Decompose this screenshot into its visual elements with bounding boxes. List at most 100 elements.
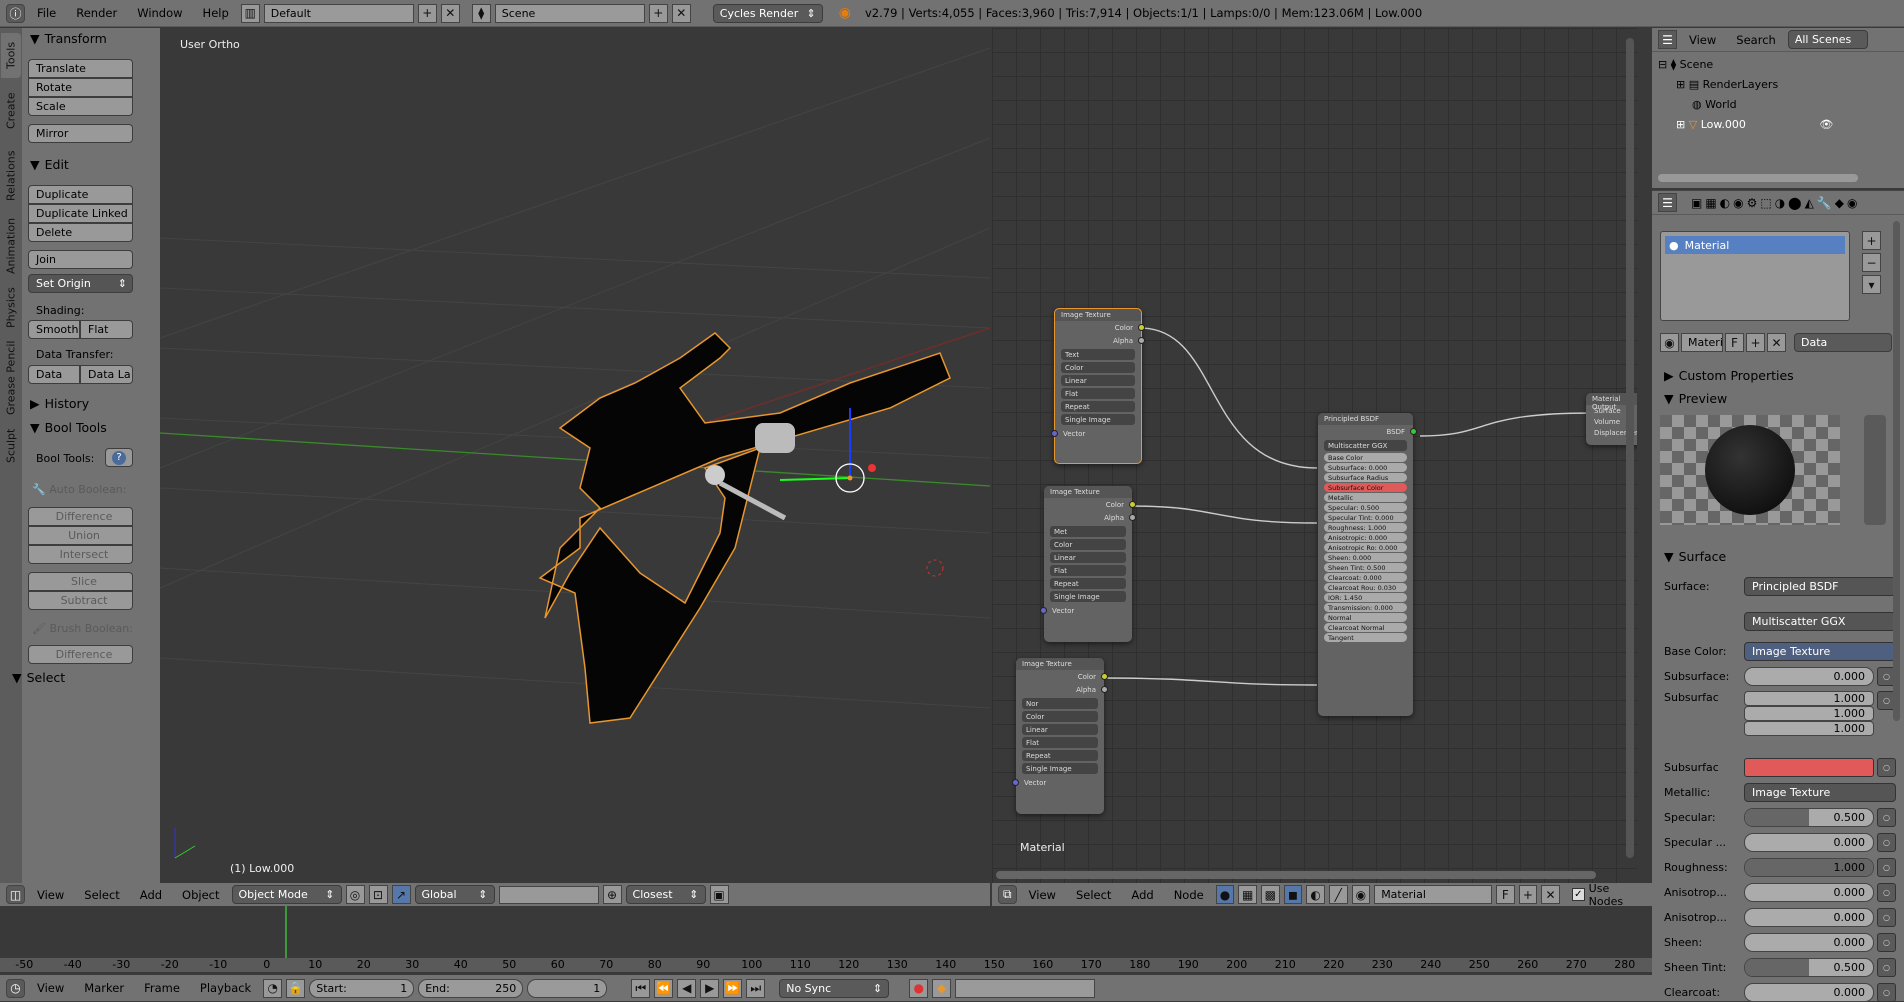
source-dropdown[interactable]: Single Image [1050,591,1126,602]
viewport-menu-view[interactable]: View [29,888,72,902]
principled-input[interactable]: Metallic [1324,493,1407,502]
render-engine-dropdown[interactable]: Cycles Render ⇕ [712,3,823,23]
auto-union-button[interactable]: Union [28,526,133,545]
info-editor-icon[interactable]: ⓘ [6,3,25,23]
timeline-menu-frame[interactable]: Frame [136,981,188,995]
bsdf-socket[interactable] [1410,428,1417,435]
socket-link-icon[interactable]: ○ [1877,757,1896,777]
node-menu-view[interactable]: View [1021,888,1064,902]
current-frame-field[interactable]: 1 [527,978,608,998]
value-slider[interactable]: 1.000 [1744,857,1874,877]
image-texture-node-1[interactable]: Image Texture Color Alpha Text Color Lin… [1051,308,1145,464]
outliner-hscrollbar[interactable] [1658,174,1858,182]
select-panel-header[interactable]: ▼ Select [12,670,65,685]
world-shader-icon[interactable]: ◐ [1306,885,1325,904]
auto-intersect-button[interactable]: Intersect [28,545,133,564]
principled-input[interactable]: Anisotropic Ro: 0.000 [1324,543,1407,552]
jump-start-icon[interactable]: ⏮ [631,978,651,998]
image-texture-node-2[interactable]: Image Texture Color Alpha Met Color Line… [1040,486,1136,642]
image-selector[interactable]: Text [1061,349,1135,360]
interpolation-dropdown[interactable]: Linear [1061,375,1135,386]
data-button[interactable]: Data [28,365,80,384]
add-slot-icon[interactable]: + [1862,231,1881,250]
visibility-eye-icon[interactable]: 👁 [1819,118,1833,131]
principled-input[interactable]: Specular Tint: 0.000 [1324,513,1407,522]
delete-button[interactable]: Delete [28,223,133,242]
render-preview-icon[interactable]: ▣ [709,885,729,904]
material-name-field[interactable]: Material [1374,885,1492,904]
mode-dropdown[interactable]: Object Mode ⇕ [231,885,342,904]
alpha-socket[interactable] [1138,337,1145,344]
surface-panel-header[interactable]: ▼ Surface [1664,549,1726,564]
tab-physics[interactable]: Physics [1,283,21,333]
image-selector[interactable]: Nor [1022,698,1098,709]
alpha-socket[interactable] [1101,686,1108,693]
record-icon[interactable]: ● [909,978,929,998]
principled-input[interactable]: Transmission: 0.000 [1324,603,1407,612]
value-slider[interactable]: 0.000 [1744,907,1874,927]
auto-slice-button[interactable]: Slice [28,572,133,591]
texture-nodes-icon[interactable]: ▦ [1238,885,1257,904]
image-selector[interactable]: Met [1050,526,1126,537]
node-editor-type-icon[interactable]: ⧉ [998,885,1017,904]
properties-type-icon[interactable]: ☰ [1658,193,1677,212]
socket-link-icon[interactable]: ○ [1877,882,1896,902]
remove-layout-icon[interactable]: ✕ [440,3,460,23]
principled-bsdf-node[interactable]: Principled BSDF BSDF Multiscatter GGX Ba… [1318,413,1417,716]
vector-socket[interactable] [1051,430,1058,437]
material-browse-icon[interactable]: ◉ [1660,333,1679,352]
interpolation-dropdown[interactable]: Linear [1050,552,1126,563]
rotate-button[interactable]: Rotate [28,78,133,97]
node-menu-select[interactable]: Select [1068,888,1119,902]
3d-viewport[interactable]: User Ortho (1) Low.000 [160,28,990,883]
timeline-menu-view[interactable]: View [29,981,72,995]
add-material-icon[interactable]: + [1518,885,1538,904]
join-button[interactable]: Join [28,250,133,269]
tab-grease-pencil[interactable]: Grease Pencil [1,338,21,418]
outliner-item-renderlayers[interactable]: ⊞ ▤ RenderLayers [1676,78,1778,91]
image-texture-node-3[interactable]: Image Texture Color Alpha Nor Color Line… [1012,658,1108,814]
material-browse-icon[interactable]: ◉ [1351,885,1371,904]
fake-user-button[interactable]: F [1495,885,1515,904]
start-frame-field[interactable]: Start: 1 [309,978,415,998]
linestyle-icon[interactable]: ╱ [1328,885,1348,904]
jump-end-icon[interactable]: ⏭ [746,978,766,998]
node-menu-node[interactable]: Node [1166,888,1212,902]
principled-input[interactable]: Sheen: 0.000 [1324,553,1407,562]
viewport-shading-icon[interactable]: ◎ [345,885,365,904]
layout-icon[interactable]: ▥ [240,3,260,23]
snap-icon[interactable]: ⊕ [602,885,622,904]
prev-keyframe-icon[interactable]: ⏪ [654,978,674,998]
menu-render[interactable]: Render [68,6,125,20]
outliner-filter-dropdown[interactable]: All Scenes [1787,30,1868,49]
color-space-dropdown[interactable]: Color [1050,539,1126,550]
mirror-button[interactable]: Mirror [28,124,133,143]
extension-dropdown[interactable]: Repeat [1061,401,1135,412]
material-name-field[interactable]: Materi [1681,333,1723,352]
value-slider[interactable]: 0.500 [1744,807,1874,827]
surface-shader-button[interactable]: Principled BSDF [1744,576,1896,596]
value-slider[interactable]: 0.000 [1744,932,1874,952]
node-editor-hscrollbar[interactable] [996,871,1596,879]
edit-panel-header[interactable]: ▼ Edit [30,157,69,172]
compositor-nodes-icon[interactable]: ▩ [1260,885,1280,904]
socket-link-icon[interactable]: ○ [1877,807,1896,827]
outliner-item-low000[interactable]: ⊞ ▽ Low.000 👁 [1676,118,1833,131]
duplicate-button[interactable]: Duplicate [28,185,133,204]
menu-file[interactable]: File [29,6,64,20]
timeline-type-icon[interactable]: ◷ [6,978,25,998]
object-shader-icon[interactable]: ◼ [1283,885,1303,904]
auto-difference-button[interactable]: Difference [28,507,133,526]
principled-input[interactable]: Subsurface Color [1324,483,1407,492]
linked-input-button[interactable]: Image Texture [1744,641,1896,661]
preview-type-buttons[interactable] [1864,415,1886,525]
add-layout-icon[interactable]: + [417,3,437,23]
flat-button[interactable]: Flat [80,320,133,339]
socket-link-icon[interactable]: ○ [1877,932,1896,952]
vector-socket[interactable] [1012,779,1019,786]
principled-input[interactable]: Subsurface: 0.000 [1324,463,1407,472]
set-origin-dropdown[interactable]: Set Origin ⇕ [28,274,133,293]
menu-window[interactable]: Window [129,6,190,20]
layer-buttons[interactable] [498,885,599,904]
vector-component[interactable]: 1.000 [1744,691,1874,706]
